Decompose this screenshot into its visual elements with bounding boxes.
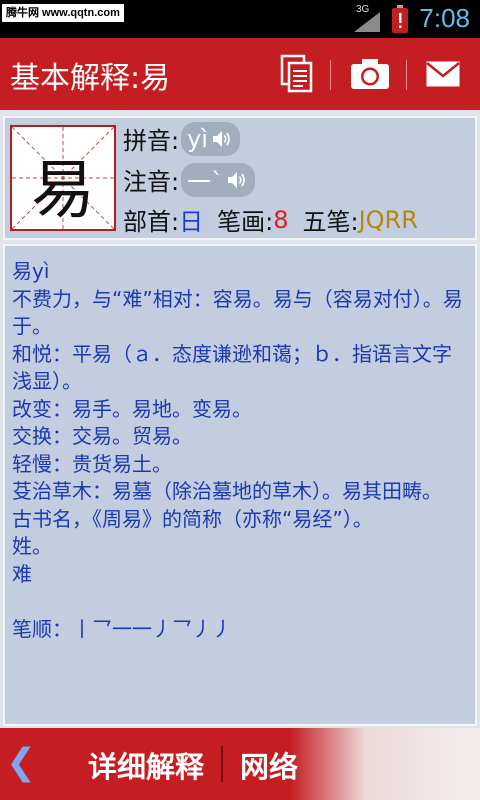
radical-value: 日 xyxy=(179,208,204,236)
tab-separator xyxy=(221,746,223,782)
pinyin-value: yì xyxy=(187,124,208,153)
pinyin-label: 拼音: xyxy=(123,127,180,155)
pinyin-audio-button[interactable]: yì xyxy=(181,121,240,156)
zhuyin-audio-button[interactable]: 一ˋ xyxy=(181,162,256,197)
pinyin-row: 拼音: yì xyxy=(123,121,240,156)
strokes-value: 8 xyxy=(273,205,289,234)
zhuyin-row: 注音: 一ˋ xyxy=(123,162,256,197)
mail-icon xyxy=(426,61,460,87)
tab-detail[interactable]: 详细解释 xyxy=(88,744,204,786)
scroll-fade xyxy=(290,728,480,800)
speaker-icon xyxy=(228,171,245,188)
title-bar: 基本解释:易 xyxy=(0,38,480,110)
character-info-panel: 易 拼音: yì 注音: 一ˋ 部首: 日 笔画: 8 五笔: JQRR xyxy=(3,116,477,240)
mail-button[interactable] xyxy=(412,38,474,110)
page-title: 基本解释:易 xyxy=(10,61,171,96)
wubi-value: JQRR xyxy=(358,205,418,234)
status-bar: 腾牛网 www.qqtn.com 3G 7:08 xyxy=(0,0,480,38)
camera-button[interactable] xyxy=(339,38,401,110)
title-separator xyxy=(406,60,407,90)
camera-icon xyxy=(351,59,389,89)
speaker-icon xyxy=(212,130,230,147)
bottom-tab-bar: ❮ 详细解释 网络 xyxy=(0,728,480,800)
radical-row: 部首: 日 笔画: 8 五笔: JQRR xyxy=(123,202,418,237)
copy-button[interactable] xyxy=(266,38,328,110)
character-glyph: 易 xyxy=(31,154,95,228)
title-separator xyxy=(330,60,331,90)
copy-icon xyxy=(280,54,313,93)
signal-icon xyxy=(354,12,380,32)
zhuyin-label: 注音: xyxy=(123,168,180,196)
character-grid: 易 xyxy=(10,125,116,231)
back-chevron-icon[interactable]: ❮ xyxy=(6,742,36,783)
clock: 7:08 xyxy=(419,3,470,33)
battery-icon xyxy=(392,5,408,33)
wubi-label: 五笔: xyxy=(302,208,359,236)
radical-label: 部首: xyxy=(123,208,180,236)
watermark: 腾牛网 www.qqtn.com xyxy=(2,4,124,22)
zhuyin-value: 一ˋ xyxy=(187,168,224,196)
definition-text: 易yì 不费力，与“难”相对：容易。易与（容易对付）。易于。 和悦：平易（ａ．态… xyxy=(12,259,463,641)
definition-panel[interactable]: 易yì 不费力，与“难”相对：容易。易与（容易对付）。易于。 和悦：平易（ａ．态… xyxy=(3,244,477,726)
strokes-label: 笔画: xyxy=(217,208,274,236)
